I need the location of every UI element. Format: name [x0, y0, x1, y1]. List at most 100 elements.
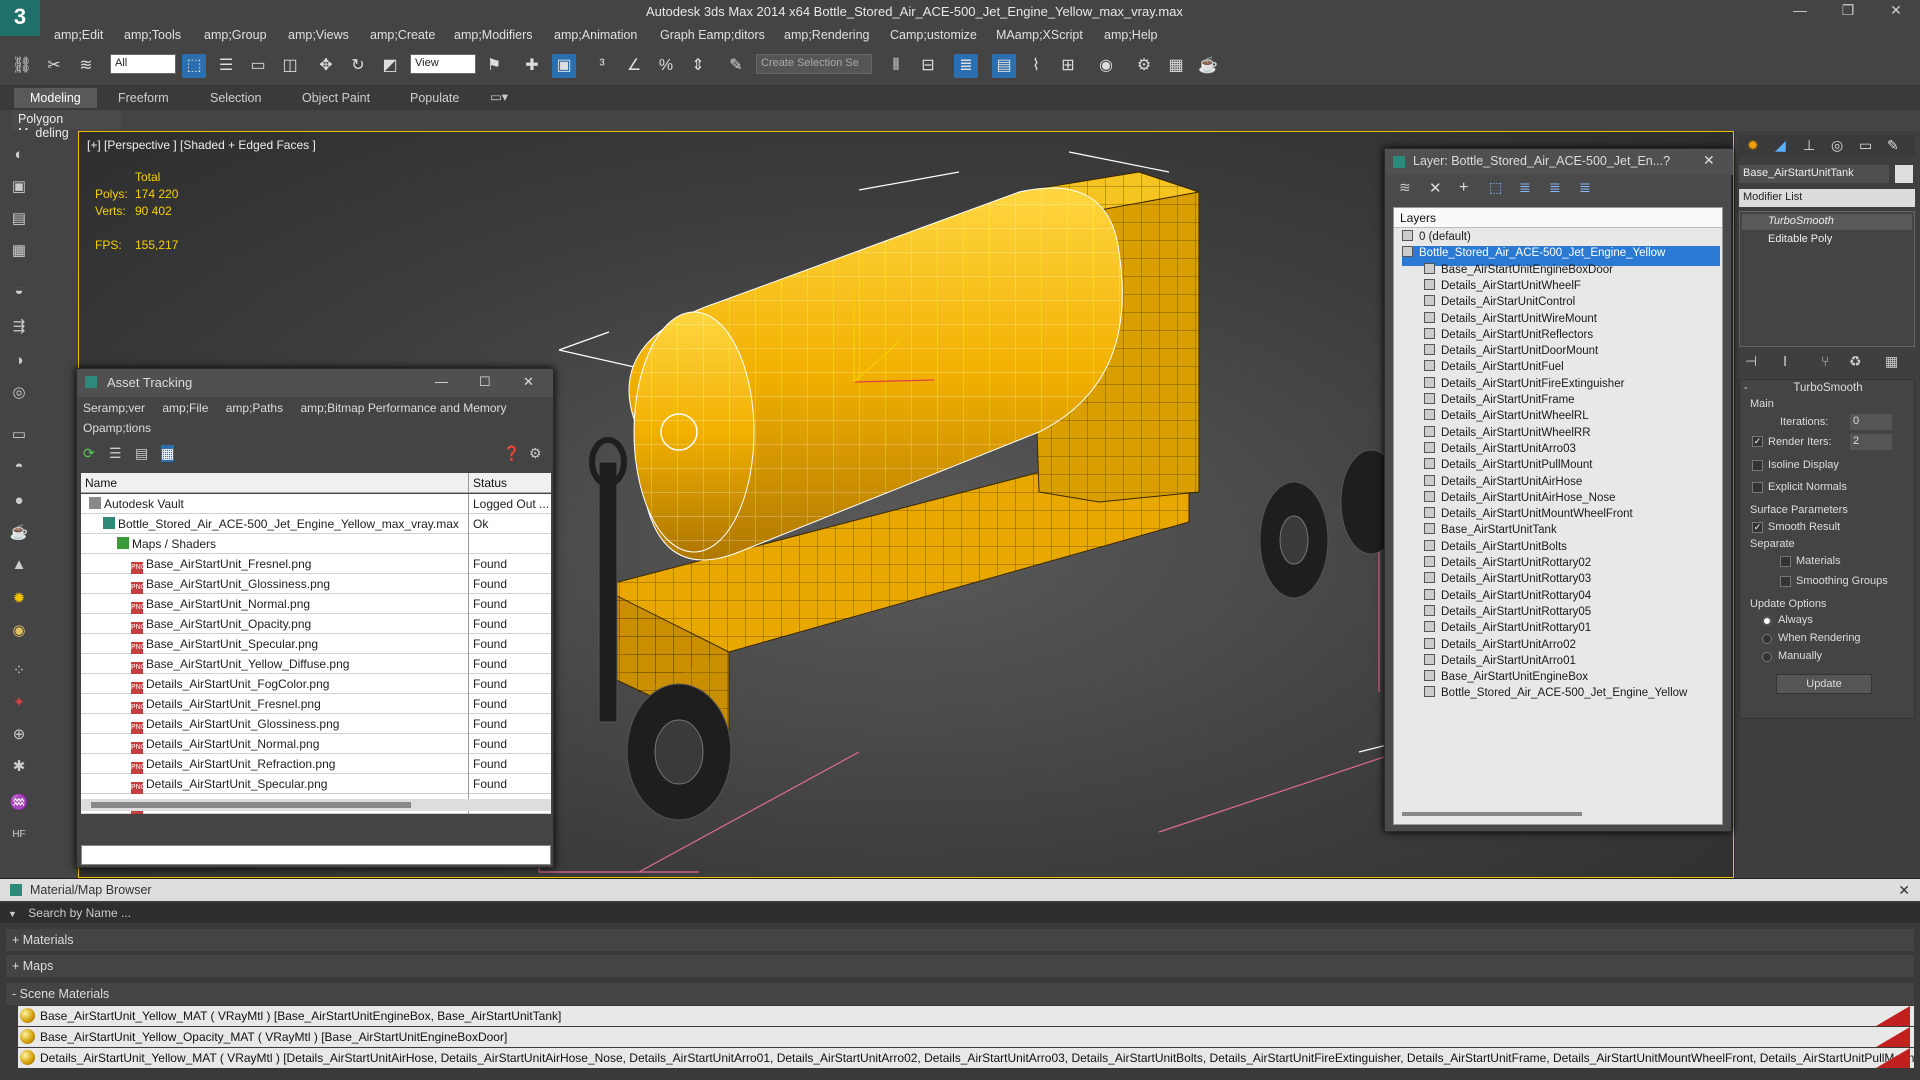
column-name[interactable]: Name [85, 476, 117, 490]
edit-icon[interactable]: ▣ [8, 176, 30, 198]
asset-close-icon[interactable]: ✕ [523, 374, 534, 390]
explicit-normals-checkbox[interactable] [1752, 482, 1763, 493]
asset-row[interactable]: PNGBase_AirStartUnit_Yellow_Diffuse.png F… [81, 654, 551, 674]
asset-row[interactable]: PNGDetails_AirStartUnit_Specular.png Foun… [81, 774, 551, 794]
section-scene-materials[interactable]: - Scene Materials [6, 983, 1914, 1005]
object-color-swatch[interactable] [1895, 165, 1913, 183]
spinner-snap-icon[interactable]: ⇕ [686, 54, 710, 78]
render-frame-icon[interactable]: ▦ [1164, 54, 1188, 78]
asset-menu-options[interactable]: Opamp;tions [83, 421, 151, 435]
menu-group[interactable]: amp;Group [204, 28, 267, 42]
pin-stack-icon[interactable]: ⊣ [1745, 353, 1757, 370]
cloth-icon[interactable]: ✱ [8, 756, 30, 778]
subdivision-icon[interactable]: ◒ [8, 280, 30, 302]
menu-help[interactable]: amp;Help [1104, 28, 1158, 42]
delete-layer-icon[interactable]: ✕ [1429, 179, 1442, 197]
smooth-result-checkbox[interactable]: ✓ [1752, 522, 1763, 533]
modifier-list-dropdown[interactable]: Modifier List [1739, 189, 1915, 207]
keyboard-shortcut-icon[interactable]: ▣ [552, 54, 576, 78]
rotate-icon[interactable]: ↻ [346, 54, 370, 78]
freeze-all-icon[interactable]: ≣ [1579, 179, 1591, 196]
search-options-icon[interactable]: ▼ [8, 909, 17, 919]
menu-customize[interactable]: Camp;ustomize [890, 28, 977, 42]
always-radio[interactable] [1762, 616, 1772, 626]
update-button[interactable]: Update [1776, 674, 1872, 694]
scene-material-row[interactable]: Base_AirStartUnit_Yellow_MAT ( VRayMtl )… [18, 1006, 1914, 1026]
render-iters-checkbox[interactable]: ✓ [1752, 436, 1763, 447]
menu-rendering[interactable]: amp;Rendering [784, 28, 869, 42]
select-by-name-icon[interactable]: ☰ [214, 54, 238, 78]
mirror-icon[interactable]: ⫴ [884, 54, 908, 78]
section-materials[interactable]: + Materials [6, 929, 1914, 951]
link-icon[interactable]: ⛓ [10, 54, 34, 78]
percent-snap-icon[interactable]: % [654, 54, 678, 78]
menu-maxscript[interactable]: MAamp;XScript [996, 28, 1083, 42]
asset-menu-file[interactable]: amp;File [162, 401, 208, 415]
select-objects-icon[interactable]: ⬚ [1489, 179, 1502, 196]
hierarchy-tab-icon[interactable]: ⊥ [1803, 137, 1815, 154]
sun-icon[interactable]: ✹ [8, 588, 30, 610]
hf-icon[interactable]: HF [8, 824, 30, 846]
asset-row[interactable]: PNGBase_AirStartUnit_Fresnel.png Found [81, 554, 551, 574]
unlink-icon[interactable]: ✂ [42, 54, 66, 78]
graphite-tool-icon[interactable]: ◐ [8, 144, 30, 166]
tab-object-paint[interactable]: Object Paint [302, 91, 370, 105]
dome-icon[interactable]: ◓ [8, 456, 30, 478]
asset-menu-paths[interactable]: amp;Paths [226, 401, 283, 415]
stack-item-editable-poly[interactable]: Editable Poly [1742, 232, 1912, 248]
material-editor-icon[interactable]: ◉ [1094, 54, 1118, 78]
menu-edit[interactable]: amp;Edit [54, 28, 103, 42]
menu-tools[interactable]: amp;Tools [124, 28, 181, 42]
helper-icon[interactable]: ⊕ [8, 724, 30, 746]
teapot-icon[interactable]: ☕ [8, 522, 30, 544]
asset-row[interactable]: PNGBase_AirStartUnit_Specular.png Found [81, 634, 551, 654]
plane-icon[interactable]: ▭ [8, 424, 30, 446]
grid-view-icon[interactable]: ▦ [161, 445, 175, 462]
asset-row[interactable]: Autodesk Vault Logged Out ... [81, 494, 551, 514]
close-icon[interactable]: ✕ [1876, 2, 1916, 19]
ref-coord-dropdown[interactable]: View [410, 54, 476, 74]
list-view-icon[interactable]: ☰ [109, 445, 122, 462]
render-setup-icon[interactable]: ⚙ [1132, 54, 1156, 78]
asset-menu-bitmap[interactable]: amp;Bitmap Performance and Memory [300, 401, 506, 415]
stack-item-turbosmooth[interactable]: TurboSmooth [1742, 214, 1912, 230]
layer-help-icon[interactable]: ? [1663, 153, 1670, 168]
highlight-layer-icon[interactable]: ≣ [1519, 179, 1531, 196]
snap-3d-icon[interactable]: ³ [590, 54, 614, 78]
torus-icon[interactable]: ◉ [8, 620, 30, 642]
scene-material-row[interactable]: Base_AirStartUnit_Yellow_Opacity_MAT ( V… [18, 1027, 1914, 1047]
app-logo[interactable]: 3 [0, 0, 40, 36]
bind-space-warp-icon[interactable]: ≋ [74, 54, 98, 78]
geometry-icon[interactable]: ▦ [8, 240, 30, 262]
materials-checkbox[interactable] [1780, 556, 1791, 567]
sphere-icon[interactable]: ● [8, 490, 30, 512]
rect-selection-icon[interactable]: ▭ [246, 54, 270, 78]
tab-modeling[interactable]: Modeling [14, 88, 97, 108]
ribbon-toggle-icon[interactable]: ▤ [992, 54, 1016, 78]
asset-horizontal-scrollbar[interactable] [81, 799, 551, 811]
iterations-spinner[interactable]: 0 [1850, 414, 1892, 430]
selection-filter-dropdown[interactable]: All [110, 54, 176, 74]
material-browser-close-icon[interactable]: ✕ [1898, 882, 1910, 899]
schematic-view-icon[interactable]: ⊞ [1056, 54, 1080, 78]
motion-tab-icon[interactable]: ◎ [1831, 137, 1843, 154]
curve-editor-icon[interactable]: ⌇ [1024, 54, 1048, 78]
menu-animation[interactable]: amp;Animation [554, 28, 637, 42]
asset-row[interactable]: PNGDetails_AirStartUnit_FogColor.png Foun… [81, 674, 551, 694]
layer-titlebar[interactable]: Layer: Bottle_Stored_Air_ACE-500_Jet_En.… [1385, 149, 1733, 175]
render-iters-spinner[interactable]: 2 [1850, 434, 1892, 450]
cone-icon[interactable]: ▲ [8, 554, 30, 576]
asset-row[interactable]: PNGDetails_AirStartUnit_Glossiness.png Fo… [81, 714, 551, 734]
rollout-title[interactable]: TurboSmooth [1740, 382, 1916, 394]
polygon-modeling-label[interactable]: Polygon Modeling [12, 110, 122, 140]
modify-selection-icon[interactable]: ▤ [8, 208, 30, 230]
material-browser-titlebar[interactable]: Material/Map Browser ✕ [0, 879, 1920, 901]
select-manipulate-icon[interactable]: ✚ [520, 54, 544, 78]
minimize-icon[interactable]: — [1780, 2, 1820, 18]
make-unique-icon[interactable]: ⑂ [1821, 353, 1829, 369]
settings-icon[interactable]: ⚙ [529, 445, 542, 462]
add-to-layer-icon[interactable]: + [1459, 179, 1468, 197]
when-rendering-radio[interactable] [1762, 634, 1772, 644]
show-end-result-icon[interactable]: Ⅰ [1783, 353, 1787, 370]
smoothing-groups-checkbox[interactable] [1780, 576, 1791, 587]
